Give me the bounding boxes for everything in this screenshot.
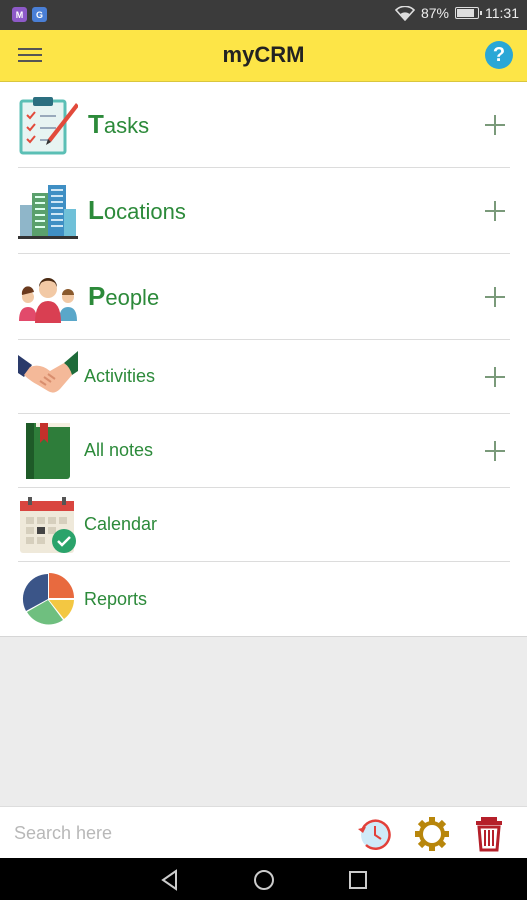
notebook-icon [26,422,70,479]
buildings-icon [18,184,78,239]
battery-icon [455,7,482,19]
clock: 11:31 [485,5,519,21]
menu-item-tasks[interactable]: Tasks [18,82,510,168]
app-title: myCRM [222,42,305,67]
main-menu-list: Tasks Locations People Activities All no… [0,82,527,637]
search-input[interactable] [14,817,334,849]
menu-item-label: People [88,281,160,311]
menu-item-all-notes[interactable]: All notes [18,414,510,488]
menu-item-calendar[interactable]: Calendar [18,488,510,562]
menu-item-locations[interactable]: Locations [18,168,510,254]
menu-item-label: All notes [84,440,154,460]
add-location-plus-icon[interactable] [482,198,508,224]
battery-percent: 87% [420,5,449,21]
add-activity-plus-icon[interactable] [482,364,508,390]
bottom-bar [0,806,527,858]
notification-icons: M G [12,7,47,22]
app-notification-icon: G [32,7,47,22]
menu-item-label: Locations [88,195,186,225]
back-icon[interactable] [158,868,182,892]
history-icon[interactable] [356,815,394,853]
status-bar: M G 87% 11:31 [0,0,527,30]
trash-icon[interactable] [470,815,508,853]
app-notification-icon: M [12,7,27,22]
menu-item-label: Calendar [84,514,158,534]
menu-item-activities[interactable]: Activities [18,340,510,414]
clipboard-icon [19,96,78,154]
settings-icon[interactable] [413,815,451,853]
wifi-icon [394,5,415,21]
handshake-icon [18,350,78,393]
home-icon[interactable] [252,868,276,892]
pie-chart-icon [22,573,74,625]
menu-item-label: Reports [84,588,148,609]
add-task-plus-icon[interactable] [482,112,508,138]
calendar-icon [20,496,76,553]
help-icon[interactable]: ? [485,41,513,69]
add-person-plus-icon[interactable] [482,284,508,310]
menu-item-people[interactable]: People [18,254,510,340]
menu-item-label: Activities [84,366,156,386]
recents-icon[interactable] [346,868,370,892]
people-icon [19,277,77,323]
add-note-plus-icon[interactable] [482,438,508,464]
menu-item-label: Tasks [88,109,150,139]
menu-item-reports[interactable]: Reports [18,562,510,636]
system-navigation-bar [0,858,527,900]
app-bar: myCRM ? [0,30,527,82]
